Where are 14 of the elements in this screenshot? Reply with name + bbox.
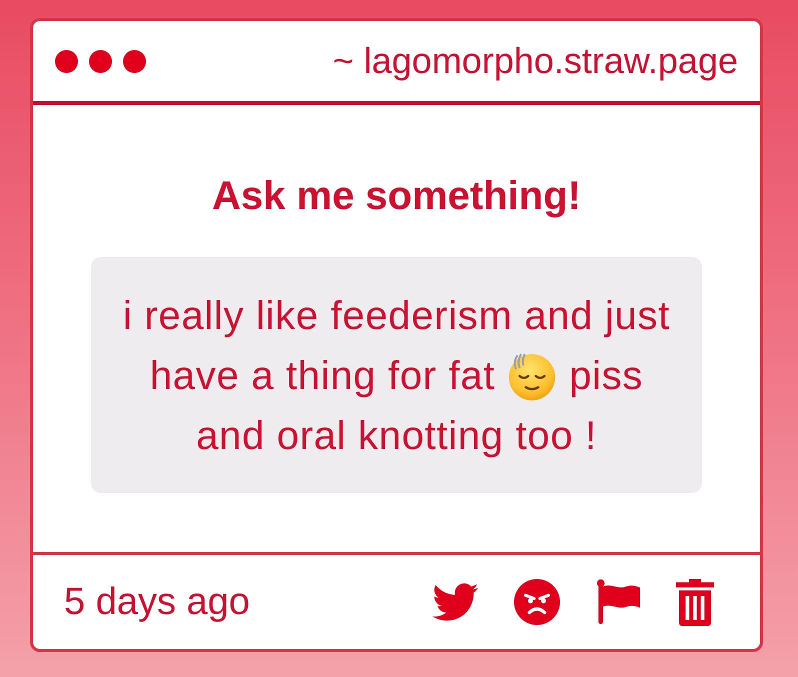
- sleepy-face-icon: [507, 351, 558, 401]
- trash-icon[interactable]: [675, 578, 715, 626]
- window-dot-icon: [89, 50, 112, 72]
- question-text: and oral knotting too !: [196, 413, 597, 459]
- window-dot-icon: [123, 50, 146, 72]
- page-address: ~ lagomorpho.straw.page: [332, 40, 738, 82]
- flag-icon[interactable]: [594, 579, 642, 625]
- question-text: piss: [569, 353, 644, 399]
- question-text: have a thing for fat: [150, 353, 496, 399]
- time-ago: 5 days ago: [64, 580, 250, 624]
- question-text: i really like feederism and just: [122, 293, 670, 339]
- prompt-title: Ask me something!: [212, 173, 581, 219]
- window-dot-icon: [55, 50, 78, 72]
- angry-face-icon[interactable]: [513, 579, 561, 625]
